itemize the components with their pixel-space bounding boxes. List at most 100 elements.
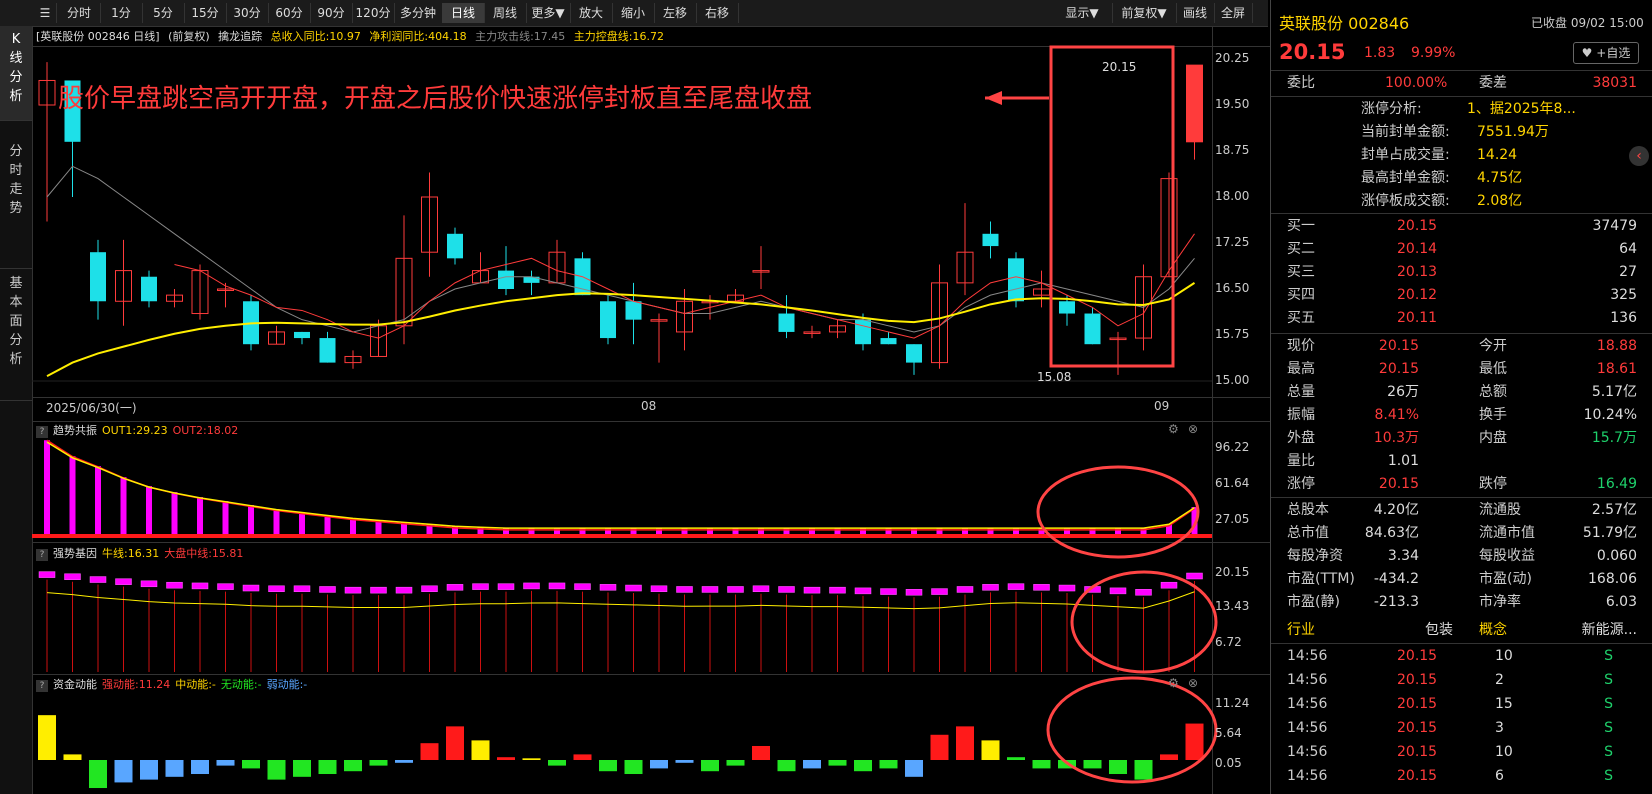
trade-row: 14:56 20.15 3 S bbox=[1271, 717, 1652, 740]
limit-row: 最高封单金额: 4.75亿 bbox=[1271, 167, 1652, 190]
bid-price: 20.11 bbox=[1397, 310, 1438, 326]
panel-item: 牛线:16.31 bbox=[102, 547, 160, 560]
stat-label: 外盘 bbox=[1287, 430, 1315, 446]
stat-label: 内盘 bbox=[1479, 430, 1507, 446]
fund-value: -434.2 bbox=[1373, 571, 1419, 587]
fund-label: 总市值 bbox=[1287, 525, 1329, 541]
fund-value: 84.63亿 bbox=[1364, 525, 1419, 541]
industry-value[interactable]: 包装 bbox=[1425, 619, 1453, 642]
strong-box bbox=[1058, 584, 1076, 592]
settings-icon[interactable]: ⚙ bbox=[1168, 676, 1179, 690]
fund-bar bbox=[242, 760, 260, 769]
candle-body bbox=[906, 344, 922, 363]
trend-baseline bbox=[32, 534, 1212, 538]
candle-body bbox=[498, 270, 514, 289]
bid-price: 20.13 bbox=[1397, 264, 1438, 280]
stat-value: 20.15 bbox=[1378, 338, 1419, 354]
fund-row: 市盈(TTM) -434.2 市盈(动) 168.06 bbox=[1271, 568, 1652, 591]
divider bbox=[1271, 96, 1652, 97]
panel-tick: 5.64 bbox=[1215, 726, 1242, 740]
divider bbox=[1271, 497, 1652, 498]
trade-time: 14:56 bbox=[1287, 720, 1328, 736]
strong-box bbox=[319, 586, 336, 593]
highlight-ellipse bbox=[1036, 465, 1200, 559]
kline-chart[interactable] bbox=[0, 0, 1268, 794]
strong-box bbox=[727, 586, 744, 593]
candle-body bbox=[447, 233, 463, 259]
panel-item: 无动能:- bbox=[220, 678, 262, 691]
strong-box bbox=[446, 584, 464, 591]
close-icon[interactable]: ⊗ bbox=[1188, 422, 1198, 436]
fund-bar bbox=[803, 760, 821, 769]
fund-label: 流通市值 bbox=[1479, 525, 1535, 541]
help-icon[interactable]: ? bbox=[36, 426, 48, 438]
add-watchlist-button[interactable]: ♥ +自选 bbox=[1573, 42, 1639, 64]
trade-side: S bbox=[1604, 720, 1613, 736]
fund-bar bbox=[1083, 760, 1102, 769]
stat-row: 现价 20.15 今开 18.88 bbox=[1271, 335, 1652, 358]
bid-row[interactable]: 买三 20.13 27 bbox=[1271, 261, 1652, 284]
strong-box bbox=[599, 584, 617, 591]
bid-row[interactable]: 买二 20.14 64 bbox=[1271, 238, 1652, 261]
trend-bar bbox=[44, 440, 50, 536]
fund-bar bbox=[752, 745, 770, 760]
panel-name: 趋势共振 bbox=[53, 424, 97, 437]
strong-box bbox=[217, 583, 234, 590]
strong-box bbox=[1109, 587, 1127, 595]
strong-box bbox=[115, 578, 132, 585]
fund-row: 市盈(静) -213.3 市净率 6.03 bbox=[1271, 591, 1652, 614]
trade-price: 20.15 bbox=[1397, 696, 1438, 712]
bid-row[interactable]: 买五 20.11 136 bbox=[1271, 307, 1652, 330]
collapse-arrow-icon[interactable]: ‹ bbox=[1629, 146, 1649, 166]
divider bbox=[1271, 643, 1652, 644]
stat-row: 总量 26万 总额 5.17亿 bbox=[1271, 381, 1652, 404]
candle-body bbox=[880, 338, 897, 345]
limit-value: 4.75亿 bbox=[1477, 170, 1523, 186]
low-price-label: 15.08 bbox=[1037, 370, 1072, 384]
fund-bar bbox=[650, 760, 668, 769]
divider bbox=[1271, 333, 1652, 334]
weicha-value: 38031 bbox=[1592, 75, 1637, 91]
industry-label: 行业 bbox=[1287, 622, 1315, 638]
close-icon[interactable]: ⊗ bbox=[1188, 676, 1198, 690]
fund-bar bbox=[38, 715, 56, 760]
help-icon[interactable]: ? bbox=[36, 680, 48, 692]
stat-value: 18.88 bbox=[1596, 338, 1637, 354]
fund-bar bbox=[1185, 723, 1204, 760]
fund-bar bbox=[1032, 760, 1051, 769]
concept-value[interactable]: 新能源... bbox=[1582, 619, 1637, 642]
strong-box bbox=[1135, 589, 1152, 596]
bull-line bbox=[46, 591, 1195, 610]
trade-volume: 10 bbox=[1495, 744, 1513, 760]
fund-bar bbox=[1134, 760, 1153, 780]
strong-box bbox=[778, 586, 795, 593]
bid-row[interactable]: 买四 20.12 325 bbox=[1271, 284, 1652, 307]
stock-name: 英联股份 002846 bbox=[1279, 10, 1409, 34]
panel-name: 资金动能 bbox=[53, 678, 97, 691]
fund-bar bbox=[344, 760, 362, 772]
strong-box bbox=[701, 586, 719, 593]
fund-label: 市盈(动) bbox=[1479, 571, 1532, 587]
stat-value: 10.3万 bbox=[1373, 430, 1419, 446]
strong-box bbox=[1186, 572, 1203, 580]
panel-item: OUT1:29.23 bbox=[102, 424, 168, 437]
weibi-value: 100.00% bbox=[1385, 75, 1448, 91]
settings-icon[interactable]: ⚙ bbox=[1168, 422, 1179, 436]
bid-row[interactable]: 买一 20.15 37479 bbox=[1271, 215, 1652, 238]
strong-box bbox=[64, 573, 81, 580]
stat-row: 最高 20.15 最低 18.61 bbox=[1271, 358, 1652, 381]
panel-item: 中动能:- bbox=[175, 678, 216, 691]
candle-body bbox=[1059, 301, 1075, 314]
fund-label: 每股收益 bbox=[1479, 548, 1535, 564]
fund-bar bbox=[395, 760, 413, 763]
fund-bar bbox=[981, 740, 1000, 760]
trend-bar bbox=[197, 497, 203, 536]
market-status: 已收盘 09/02 15:00 bbox=[1531, 16, 1644, 30]
stat-label: 今开 bbox=[1479, 338, 1507, 354]
weicha-label: 委差 bbox=[1479, 75, 1507, 91]
fund-bar bbox=[114, 760, 133, 783]
fund-bar bbox=[1160, 754, 1178, 760]
help-icon[interactable]: ? bbox=[36, 549, 48, 561]
watchlist-label: +自选 bbox=[1596, 46, 1631, 60]
stat-value: 15.7万 bbox=[1591, 430, 1637, 446]
